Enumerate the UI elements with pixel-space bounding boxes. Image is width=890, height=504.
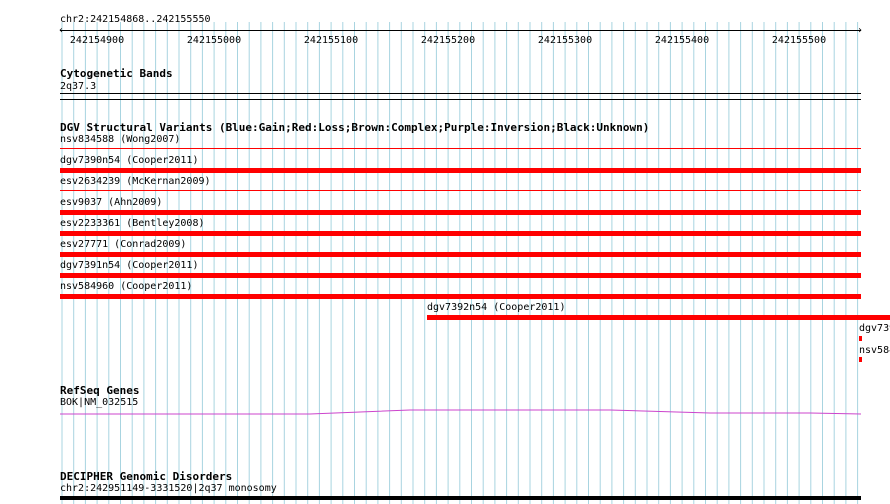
cytoband-bottom-border	[60, 99, 861, 100]
dgv-feature-bar[interactable]	[427, 315, 890, 320]
ruler-tick-label: 242155300	[537, 35, 593, 46]
refseq-track-title[interactable]: RefSeq Genes	[60, 384, 139, 397]
decipher-feature-label[interactable]: chr2:242951149-3331520|2q37 monosomy	[60, 483, 277, 494]
dgv-feature-bar[interactable]	[60, 190, 861, 191]
ruler-range-label: chr2:242154868..242155550	[60, 14, 211, 25]
ruler-tick-label: 242155000	[186, 35, 242, 46]
dgv-feature-bar[interactable]	[859, 336, 862, 341]
dgv-feature-label[interactable]: esv2634239 (McKernan2009)	[60, 176, 211, 187]
dgv-feature-bar[interactable]	[60, 168, 861, 173]
cytoband-label[interactable]: 2q37.3	[60, 81, 96, 92]
dgv-feature-label[interactable]: esv9037 (Ahn2009)	[60, 197, 162, 208]
dgv-feature-label[interactable]: nsv834588 (Wong2007)	[60, 134, 180, 145]
ruler-tick-label: 242155100	[303, 35, 359, 46]
dgv-feature-label[interactable]: dgv7391n54 (Cooper2011)	[60, 260, 198, 271]
ruler-right-arrow-icon: ›	[857, 25, 864, 36]
dgv-feature-bar[interactable]	[60, 148, 861, 149]
dgv-track-title[interactable]: DGV Structural Variants (Blue:Gain;Red:L…	[60, 121, 649, 134]
ruler-tick-label: 242154900	[69, 35, 125, 46]
dgv-feature-label[interactable]: dgv7392n54 (Cooper2011)	[427, 302, 565, 313]
dgv-feature-label[interactable]: dgv739	[859, 323, 890, 334]
ruler-tick-label: 242155200	[420, 35, 476, 46]
cytoband-top-border	[60, 93, 861, 94]
refseq-gene-line[interactable]	[60, 405, 861, 417]
dgv-feature-bar[interactable]	[60, 273, 861, 278]
dgv-feature-label[interactable]: esv27771 (Conrad2009)	[60, 239, 186, 250]
dgv-feature-label[interactable]: nsv584960 (Cooper2011)	[60, 281, 192, 292]
dgv-feature-label[interactable]: dgv7390n54 (Cooper2011)	[60, 155, 198, 166]
dgv-feature-bar[interactable]	[60, 210, 861, 215]
dgv-feature-label[interactable]: nsv584	[859, 345, 890, 356]
dgv-feature-bar[interactable]	[60, 252, 861, 257]
decipher-track-title[interactable]: DECIPHER Genomic Disorders	[60, 470, 232, 483]
dgv-feature-label[interactable]: esv2233361 (Bentley2008)	[60, 218, 205, 229]
dgv-feature-bar[interactable]	[859, 357, 862, 362]
ruler-axis	[60, 30, 861, 31]
ruler-left-arrow-icon: ‹	[58, 25, 65, 36]
ruler-tick-label: 242155500	[771, 35, 827, 46]
decipher-feature-bar[interactable]	[60, 496, 861, 500]
dgv-feature-bar[interactable]	[60, 294, 861, 299]
cytoband-track-title[interactable]: Cytogenetic Bands	[60, 67, 173, 80]
dgv-feature-bar[interactable]	[60, 231, 861, 236]
ruler-tick-label: 242155400	[654, 35, 710, 46]
